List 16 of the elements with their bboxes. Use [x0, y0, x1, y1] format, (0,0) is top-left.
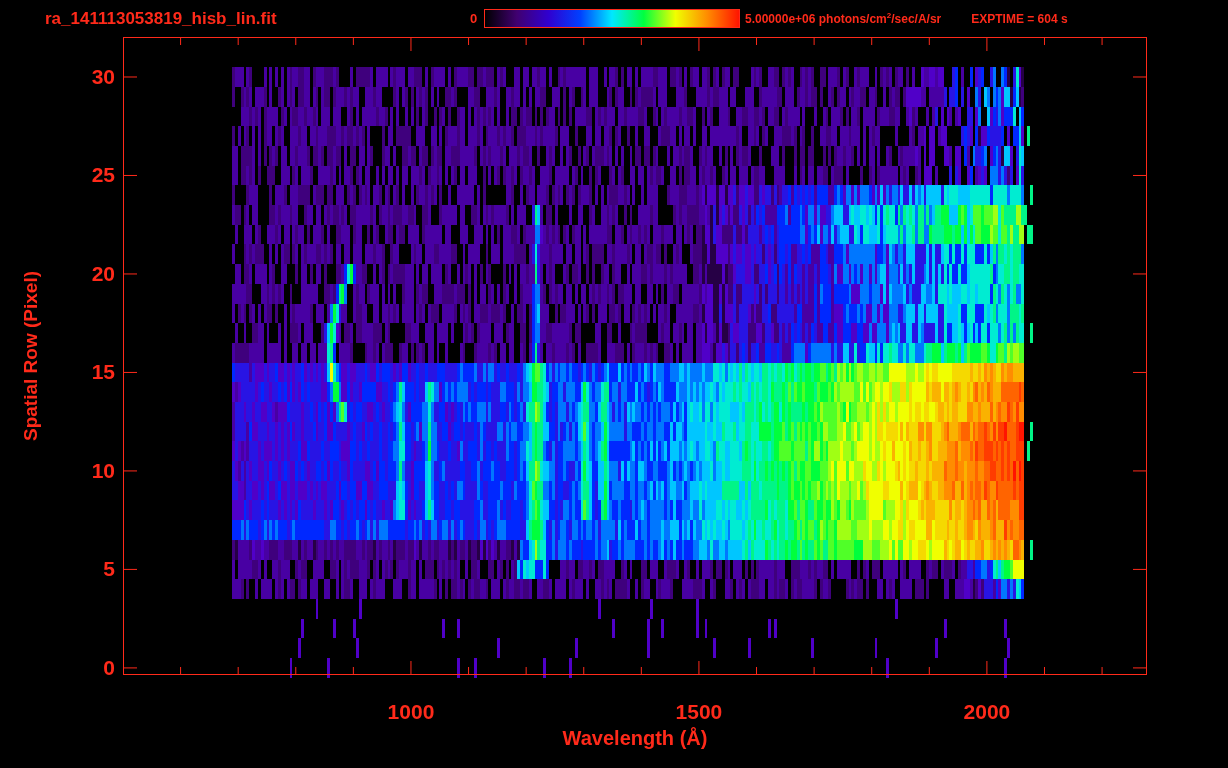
x-tick-label: 2000 [963, 700, 1011, 724]
x-tick-label: 1500 [675, 700, 723, 724]
colorbar-max-label: 5.00000e+06 photons/cm$^{2}$/sec/A/sr [745, 11, 942, 26]
y-tick-label: 30 [91, 65, 115, 89]
y-tick-label: 20 [91, 261, 115, 286]
colorbar-min-label: 0 [470, 11, 479, 26]
y-tick-label: 10 [91, 458, 115, 483]
exposure-time-label: EXPTIME = 604 s [971, 11, 1068, 26]
y-tick-label: 0 [103, 655, 115, 680]
x-axis-title: Wavelength (Å) [562, 727, 708, 750]
x-tick-label: 1000 [387, 700, 435, 724]
y-tick-label: 15 [91, 360, 115, 385]
file-title: ra_141113053819_hisb_lin.fit [45, 8, 278, 29]
y-axis-title: Spatial Row (Pixel) [20, 271, 42, 441]
y-tick-label: 25 [91, 163, 115, 188]
y-tick-label: 5 [103, 557, 115, 582]
